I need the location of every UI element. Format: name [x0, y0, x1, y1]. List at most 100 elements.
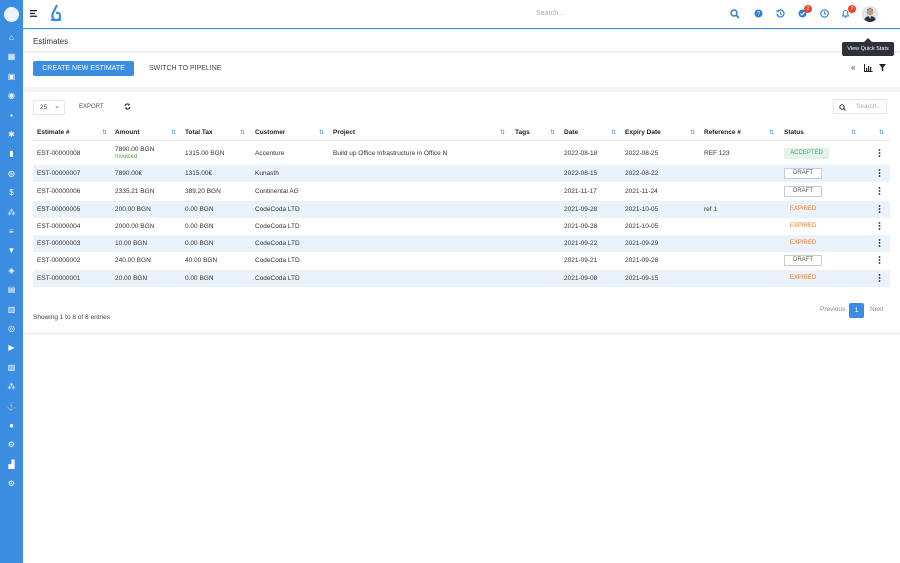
table-row[interactable]: EST-00000006 2335.21 BGN 389.20 BGN Contine… [33, 183, 890, 200]
col-tags[interactable]: Tags [515, 129, 530, 136]
switch-to-pipeline-link[interactable]: SWITCH TO PIPELINE [149, 65, 221, 72]
app-logo-icon[interactable] [4, 7, 19, 22]
pagination-page-1[interactable]: 1 [849, 303, 864, 318]
project-cell[interactable]: Build up Office Infrastructure in Office… [333, 150, 447, 157]
schedule-icon[interactable]: ▥ [7, 305, 16, 314]
col-estimate-number[interactable]: Estimate # [37, 129, 70, 136]
table-row[interactable]: EST-00000004 2000.00 BGN 0.00 BGN CodeCoda … [33, 218, 890, 235]
col-project[interactable]: Project [333, 129, 355, 136]
customer-cell[interactable]: Kunasth [255, 170, 279, 177]
table-row[interactable]: EST-00000007 7890.00€ 1315.00€ Kunasth 2022-… [33, 165, 890, 182]
factory-icon[interactable]: ▟ [7, 460, 16, 469]
customer-cell[interactable]: CodeCoda LTD [255, 223, 300, 230]
team-icon[interactable]: ⁂ [7, 208, 16, 217]
col-total-tax[interactable]: Total Tax [185, 129, 213, 136]
global-search-input[interactable]: Search... [536, 10, 716, 17]
estimate-number-cell[interactable]: EST-00000002 [37, 257, 80, 264]
history-icon[interactable] [776, 9, 785, 20]
row-actions-icon[interactable] [877, 274, 881, 283]
customer-cell[interactable]: CodeCoda LTD [255, 206, 300, 213]
col-expiry-date[interactable]: Expiry Date [625, 129, 661, 136]
row-actions-icon[interactable] [877, 149, 881, 158]
groups-icon[interactable]: ⁂ [7, 383, 16, 391]
sort-icon[interactable]: ⇅ [171, 129, 176, 136]
col-customer[interactable]: Customer [255, 129, 285, 136]
sort-icon[interactable]: ⇅ [500, 129, 505, 136]
user-avatar[interactable] [862, 6, 878, 22]
row-actions-icon[interactable] [877, 222, 881, 231]
table-row[interactable]: EST-00000001 20.00 BGN 0.00 BGN CodeCoda LT… [33, 270, 890, 287]
row-actions-icon[interactable] [877, 187, 881, 196]
sort-icon[interactable]: ⇅ [769, 129, 774, 136]
col-status[interactable]: Status [784, 129, 804, 136]
settings-icon[interactable]: ⚙ [7, 480, 16, 488]
report-icon[interactable]: ▤ [7, 286, 16, 294]
estimate-number-cell[interactable]: EST-00000003 [37, 240, 80, 247]
pagination-next[interactable]: Next [870, 306, 883, 313]
estimate-number-cell[interactable]: EST-00000004 [37, 223, 80, 230]
table-row[interactable]: EST-00000002 240.00 BGN 40.00 BGN CodeCoda … [33, 252, 890, 269]
export-button[interactable]: EXPORT [79, 104, 104, 110]
search-icon[interactable] [730, 9, 740, 21]
home-icon[interactable]: ⌂ [7, 34, 16, 42]
sort-icon[interactable]: ⇅ [611, 129, 616, 136]
customer-cell[interactable]: CodeCoda LTD [255, 275, 300, 282]
contact-icon[interactable]: ▨ [7, 363, 16, 372]
sort-icon[interactable]: ⇅ [319, 129, 324, 136]
sort-icon[interactable]: ⇅ [240, 129, 245, 136]
support-icon[interactable]: ✱ [7, 131, 16, 139]
estimate-number-cell[interactable]: EST-00000006 [37, 188, 80, 195]
sort-icon[interactable]: ⇅ [102, 129, 107, 136]
cart-icon[interactable]: ▪ [7, 111, 16, 120]
dashboard-icon[interactable]: ▦ [7, 53, 16, 61]
row-actions-icon[interactable] [877, 239, 881, 248]
clock-icon[interactable] [820, 9, 829, 20]
sort-icon[interactable]: ⇅ [550, 129, 555, 136]
quick-stats-icon[interactable] [864, 64, 873, 74]
sort-icon[interactable]: ⇅ [851, 129, 856, 136]
expiry-date-cell: 2021-09-29 [625, 240, 659, 247]
sort-icon[interactable]: ⇅ [879, 129, 884, 136]
menu-toggle-icon[interactable] [30, 10, 38, 19]
handshake-icon[interactable]: ◈ [7, 266, 16, 275]
row-actions-icon[interactable] [877, 256, 881, 265]
globe-icon[interactable]: ◍ [7, 169, 16, 178]
pagination-previous[interactable]: Previous [820, 306, 845, 313]
user-icon[interactable]: ◉ [7, 92, 16, 100]
anchor-icon[interactable]: ⚓ [7, 402, 17, 411]
estimate-number-cell[interactable]: EST-00000005 [37, 206, 80, 213]
refresh-icon[interactable] [124, 103, 131, 112]
estimate-number-cell[interactable]: EST-00000007 [37, 170, 80, 177]
table-search-input[interactable]: Search... [833, 99, 887, 114]
location-icon[interactable]: ● [7, 422, 16, 430]
col-date[interactable]: Date [564, 129, 578, 136]
filter-icon[interactable] [879, 64, 886, 74]
table-row[interactable]: EST-00000008 7890.00 BGN 1315.00 BGN Accent… [33, 143, 890, 165]
help-icon[interactable]: ◎ [7, 325, 16, 333]
table-row[interactable]: EST-00000005 200.00 BGN 0.00 BGN CodeCoda L… [33, 201, 890, 218]
estimate-number-cell[interactable]: EST-00000001 [37, 275, 80, 282]
brand-logo-icon[interactable] [50, 4, 62, 24]
customer-cell[interactable]: Continental AG [255, 188, 299, 195]
video-icon[interactable]: ▶ [7, 344, 16, 352]
customer-cell[interactable]: CodeCoda LTD [255, 257, 300, 264]
sort-icon[interactable]: ⇅ [690, 129, 695, 136]
list-icon[interactable]: ≡ [7, 228, 16, 236]
create-new-estimate-button[interactable]: CREATE NEW ESTIMATE [33, 61, 134, 76]
row-actions-icon[interactable] [877, 169, 881, 178]
chart-icon[interactable]: ▮ [7, 150, 16, 158]
col-reference[interactable]: Reference # [704, 129, 741, 136]
page-length-select[interactable]: 25 [33, 100, 65, 115]
customer-cell[interactable]: Accenture [255, 150, 284, 157]
row-actions-icon[interactable] [877, 205, 881, 214]
help-icon[interactable]: ? [754, 9, 763, 20]
table-row[interactable]: EST-00000003 10.00 BGN 0.00 BGN CodeCoda LT… [33, 235, 890, 252]
cogs-icon[interactable]: ⚙ [7, 441, 16, 449]
dollar-icon[interactable]: $ [7, 189, 16, 197]
collapse-icon[interactable]: « [851, 64, 855, 72]
estimate-number-cell[interactable]: EST-00000008 [37, 150, 80, 157]
filter-icon[interactable]: ▼ [7, 247, 16, 255]
col-amount[interactable]: Amount [115, 129, 140, 136]
customer-cell[interactable]: CodeCoda LTD [255, 240, 300, 247]
calendar-icon[interactable]: ▣ [7, 72, 16, 81]
